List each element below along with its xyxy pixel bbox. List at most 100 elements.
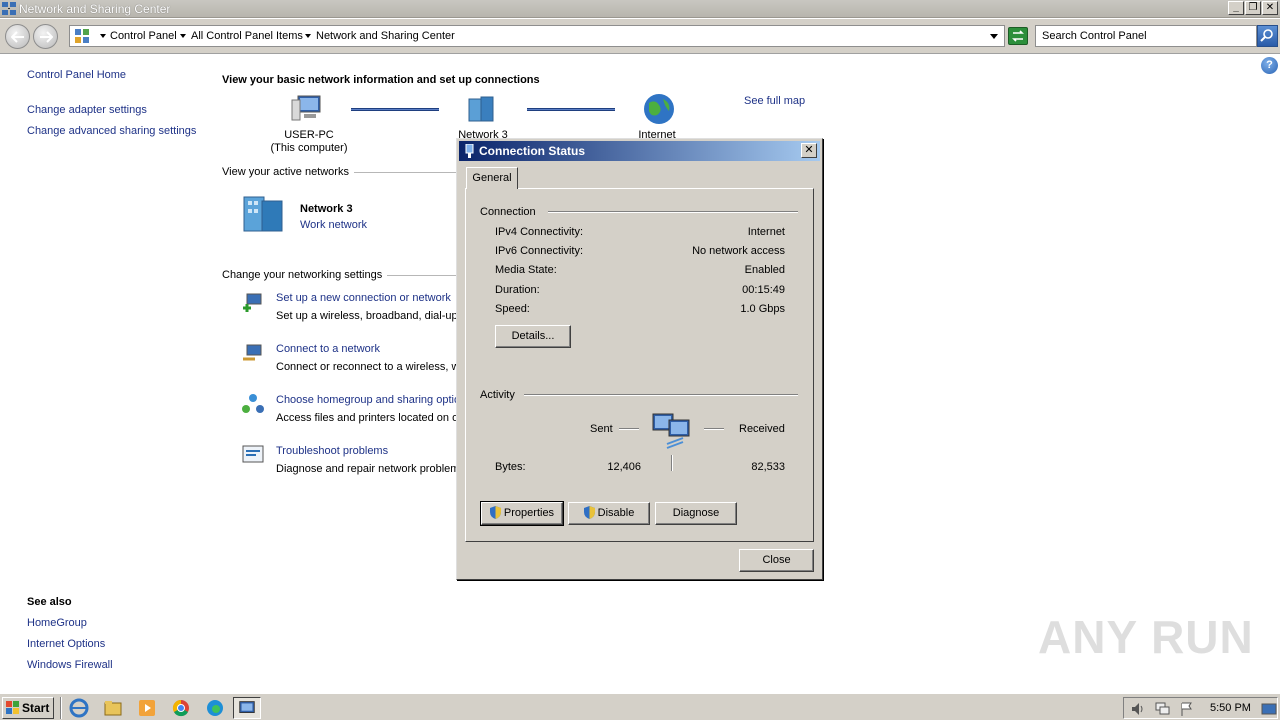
close-button[interactable]: Close [739,549,814,572]
homegroup-icon [242,394,264,413]
network-center-icon [2,2,16,15]
taskbar: Start 5:50 PM [0,693,1280,720]
chrome-icon[interactable] [169,697,193,719]
sidebar-item-advanced-sharing[interactable]: Change advanced sharing settings [27,125,196,137]
start-button[interactable]: Start [2,697,54,719]
properties-label: Properties [503,507,555,519]
windows-flag-icon [6,701,19,714]
ipv4-value: Internet [747,226,785,238]
window-titlebar: Network and Sharing Center _ ❐ ✕ [0,0,1280,18]
search-button[interactable] [1257,25,1278,47]
volume-icon[interactable] [1130,701,1146,717]
internet-explorer-icon[interactable] [67,697,91,719]
sidebar-item-home[interactable]: Control Panel Home [27,69,126,81]
active-networks-header: View your active networks [222,166,349,178]
breadcrumb[interactable]: Control Panel All Control Panel Items Ne… [69,25,1005,47]
map-computer[interactable]: USER-PC (This computer) [260,129,358,154]
edge-icon[interactable] [203,697,227,719]
diagnose-button[interactable]: Diagnose [655,502,737,525]
show-desktop-icon[interactable] [1261,701,1277,717]
forward-button[interactable] [33,24,58,49]
ipv6-label: IPv6 Connectivity: [495,245,584,257]
computer-icon [291,95,321,121]
group-divider [524,394,798,396]
properties-button[interactable]: Properties [480,501,564,526]
see-also-homegroup[interactable]: HomeGroup [27,617,87,629]
taskbar-separator [60,697,62,719]
activity-line [704,428,724,430]
window-title: Network and Sharing Center [19,2,171,16]
crumb-all-items[interactable]: All Control Panel Items [191,30,303,42]
forward-arrow-icon [40,31,53,43]
task-new-connection-link[interactable]: Set up a new connection or network [276,292,451,304]
networking-settings-header: Change your networking settings [222,269,383,281]
sent-label: Sent [590,423,613,435]
speed-value: 1.0 Gbps [740,303,785,315]
control-panel-icon [75,29,89,43]
network-type-link[interactable]: Work network [300,219,367,231]
group-divider [548,211,798,213]
connect-network-icon [243,344,262,361]
maximize-button[interactable]: ❐ [1245,1,1261,15]
back-button[interactable] [5,24,30,49]
crumb-control-panel[interactable]: Control Panel [110,30,177,42]
task-new-connection-desc: Set up a wireless, broadband, dial-up [276,310,458,322]
dialog-title: Connection Status [479,144,586,158]
duration-value: 00:15:49 [742,284,785,296]
task-homegroup-desc: Access files and printers located on ot [276,412,462,424]
received-label: Received [739,423,785,435]
bytes-label: Bytes: [495,461,526,473]
help-icon[interactable]: ? [1261,57,1278,74]
map-link-line [527,108,615,111]
general-tab-panel: Connection IPv4 Connectivity: Internet I… [465,188,814,542]
task-connect-desc: Connect or reconnect to a wireless, w [276,361,460,373]
address-toolbar: Control Panel All Control Panel Items Ne… [0,19,1280,54]
history-dropdown-icon[interactable] [990,34,998,39]
media-player-icon[interactable] [135,697,159,719]
bytes-sent-value: 12,406 [607,461,641,473]
close-window-button[interactable]: ✕ [1262,1,1278,15]
new-connection-icon [243,293,262,312]
sidebar-item-adapter[interactable]: Change adapter settings [27,104,147,116]
disable-button[interactable]: Disable [568,502,650,525]
see-also-heading: See also [27,596,72,608]
action-center-flag-icon[interactable] [1179,701,1195,717]
chevron-down-icon[interactable] [305,34,311,38]
details-button[interactable]: Details... [495,325,571,348]
see-full-map-link[interactable]: See full map [744,95,805,107]
tab-general[interactable]: General [466,167,518,189]
computer-sub: (This computer) [270,142,348,154]
uac-shield-icon [489,506,501,519]
ipv4-label: IPv4 Connectivity: [495,226,584,238]
media-state-value: Enabled [744,264,785,276]
taskbar-clock[interactable]: 5:50 PM [1210,702,1251,714]
task-troubleshoot-link[interactable]: Troubleshoot problems [276,445,388,457]
refresh-button[interactable] [1008,27,1028,45]
search-icon [1260,29,1273,42]
bytes-received-value: 82,533 [751,461,785,473]
network-building-icon [243,196,283,232]
dialog-close-icon[interactable]: ✕ [801,143,817,158]
network-tray-icon[interactable] [1154,701,1170,717]
ipv6-value: No network access [692,245,785,257]
troubleshoot-icon [242,445,264,463]
network-center-taskbar-icon[interactable] [233,697,261,719]
chevron-down-icon[interactable] [180,34,186,38]
ethernet-icon [465,144,474,158]
see-also-internet-options[interactable]: Internet Options [27,638,105,650]
task-homegroup-link[interactable]: Choose homegroup and sharing optio [276,394,460,406]
see-also-firewall[interactable]: Windows Firewall [27,659,113,671]
chevron-down-icon[interactable] [100,34,106,38]
search-input[interactable]: Search Control Panel [1035,25,1257,47]
task-connect-link[interactable]: Connect to a network [276,343,380,355]
dialog-titlebar: Connection Status ✕ [459,141,820,161]
uac-shield-icon [583,506,595,519]
disable-label: Disable [597,507,635,519]
media-state-label: Media State: [495,264,557,276]
refresh-icon [1012,30,1024,42]
minimize-button[interactable]: _ [1228,1,1244,15]
file-explorer-icon[interactable] [101,697,125,719]
map-link-line [351,108,439,111]
section-divider [354,172,458,173]
crumb-network-center[interactable]: Network and Sharing Center [316,30,455,42]
